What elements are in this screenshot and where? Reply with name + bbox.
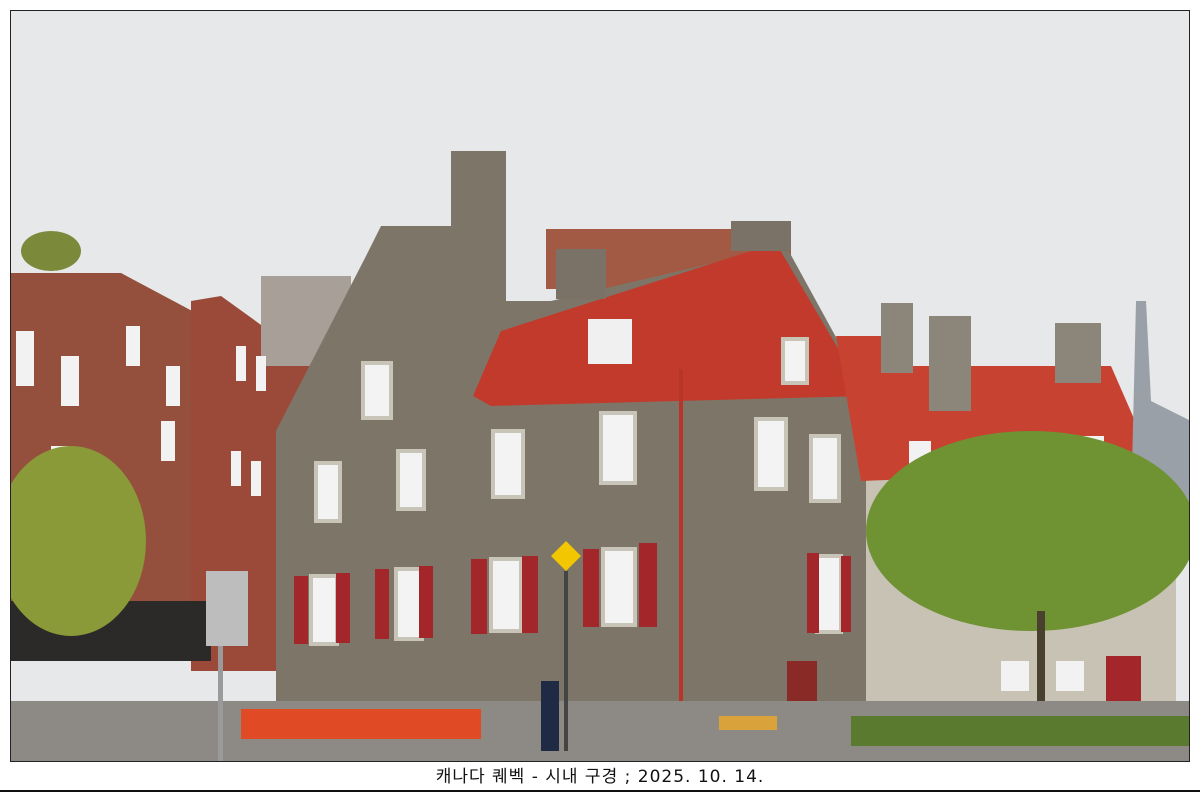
quebec-street-scene xyxy=(11,11,1189,761)
sign-back xyxy=(206,571,248,646)
pedestrian xyxy=(541,681,559,751)
lamp-post xyxy=(564,571,568,751)
photo-caption: 캐나다 퀘벡 - 시내 구경 ; 2025. 10. 14. xyxy=(435,767,765,787)
bench xyxy=(719,716,777,730)
lawn xyxy=(851,716,1189,746)
flower-bed xyxy=(241,709,481,739)
photo xyxy=(10,10,1190,762)
